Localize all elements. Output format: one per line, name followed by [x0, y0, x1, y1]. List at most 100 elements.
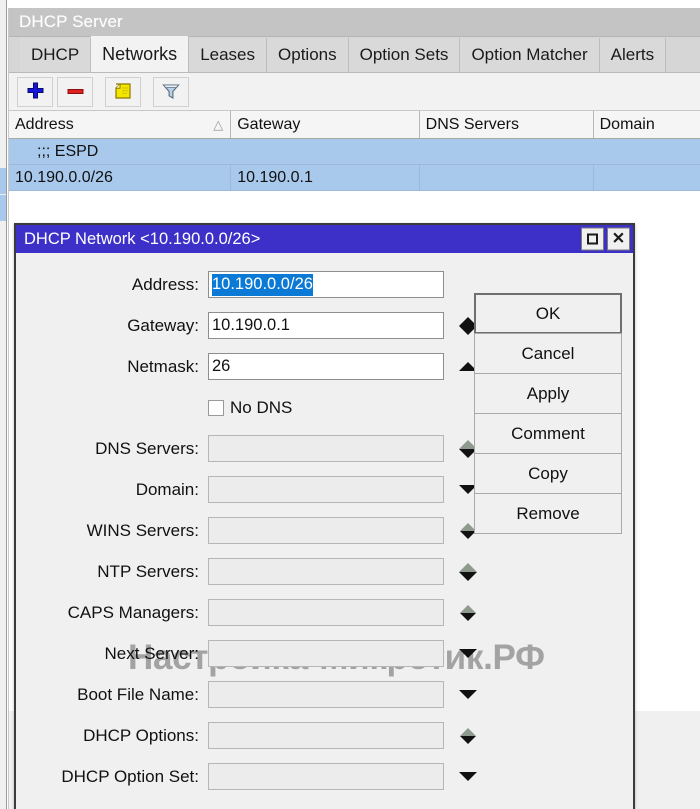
window-titlebar: DHCP Server — [9, 8, 700, 37]
column-header-address[interactable]: Address △ — [9, 111, 232, 138]
remove-button[interactable]: Remove — [474, 493, 622, 534]
tab-strip: DHCP Networks Leases Options Option Sets… — [9, 36, 700, 73]
wins-servers-input[interactable] — [208, 517, 444, 544]
ntp-servers-input[interactable] — [208, 558, 444, 585]
apply-button[interactable]: Apply — [474, 373, 622, 414]
tab-leases[interactable]: Leases — [189, 38, 268, 72]
domain-input[interactable] — [208, 476, 444, 503]
label-gateway: Gateway: — [127, 315, 199, 335]
screen-root: DHCP Server DHCP Networks Leases Options… — [0, 0, 700, 809]
tab-networks[interactable]: Networks — [91, 36, 190, 72]
column-label: Domain — [599, 115, 655, 133]
arrow-down-icon — [460, 612, 476, 621]
label-netmask: Netmask: — [127, 356, 199, 376]
tab-label: Options — [278, 45, 337, 64]
field-row-dhcp-options: DHCP Options: — [16, 715, 633, 756]
add-button[interactable] — [17, 76, 53, 107]
field-row-caps-managers: CAPS Managers: — [16, 592, 633, 633]
tab-dhcp[interactable]: DHCP — [20, 38, 92, 72]
button-label: Cancel — [521, 343, 575, 363]
tab-options[interactable]: Options — [267, 38, 349, 72]
label-caps-managers: CAPS Managers: — [67, 602, 199, 622]
tab-label: Networks — [102, 43, 178, 64]
column-label: DNS Servers — [425, 115, 520, 133]
netmask-input[interactable]: 26 — [208, 353, 444, 380]
cell-text: 10.190.0.0/26 — [15, 168, 113, 186]
tab-option-sets[interactable]: Option Sets — [348, 38, 461, 72]
funnel-icon — [162, 83, 180, 99]
dialog-titlebar[interactable]: DHCP Network <10.190.0.0/26> ✕ — [16, 225, 633, 253]
address-input[interactable]: 10.190.0.0/26 — [208, 271, 444, 298]
cell-gateway: 10.190.0.1 — [231, 165, 420, 190]
next-server-dropdown[interactable] — [449, 640, 487, 668]
maximize-icon — [587, 233, 598, 245]
column-header-domain[interactable]: Domain — [594, 111, 700, 138]
field-row-next-server: Next Server: — [16, 633, 633, 674]
arrow-down-icon — [459, 571, 477, 581]
filter-button[interactable] — [153, 76, 189, 107]
address-input-value: 10.190.0.0/26 — [212, 273, 313, 296]
tab-label: Alerts — [610, 45, 655, 64]
boot-file-name-dropdown[interactable] — [449, 681, 487, 709]
netmask-input-value: 26 — [212, 357, 231, 375]
row-comment-text: ;;; ESPD — [37, 142, 99, 160]
column-label: Gateway — [237, 115, 301, 133]
field-row-ntp-servers: NTP Servers: — [16, 551, 633, 592]
tab-label: DHCP — [31, 45, 80, 64]
label-domain: Domain: — [135, 479, 199, 499]
maximize-button[interactable] — [581, 227, 604, 251]
table-row[interactable]: 10.190.0.0/26 10.190.0.1 — [9, 165, 700, 191]
cell-domain — [594, 165, 700, 190]
dialog-body: Настройка-Микротик.РФ Address: 10.190.0.… — [16, 253, 633, 809]
cancel-button[interactable]: Cancel — [474, 333, 622, 374]
dialog-button-column: OK Cancel Apply Comment Copy Remove — [474, 293, 622, 534]
dns-servers-input[interactable] — [208, 435, 444, 462]
label-dhcp-option-set: DHCP Option Set: — [61, 766, 199, 786]
window-title: DHCP Server — [19, 12, 123, 31]
arrow-up-icon — [459, 562, 477, 572]
ntp-servers-spinner[interactable] — [449, 558, 487, 586]
chevron-down-icon — [459, 649, 477, 658]
button-label: Comment — [511, 423, 585, 443]
table-row[interactable]: ;;; ESPD — [9, 139, 700, 165]
dialog-title: DHCP Network <10.190.0.0/26> — [24, 229, 261, 248]
comment-button[interactable]: Comment — [474, 413, 622, 454]
label-ntp-servers: NTP Servers: — [97, 561, 199, 581]
dialog-window-controls: ✕ — [581, 227, 630, 251]
no-dns-checkbox[interactable] — [208, 399, 224, 416]
field-row-dhcp-option-set: DHCP Option Set: — [16, 756, 633, 797]
comment-button[interactable] — [105, 76, 141, 107]
caps-managers-input[interactable] — [208, 599, 444, 626]
sort-ascending-icon: △ — [213, 116, 224, 132]
column-header-gateway[interactable]: Gateway — [231, 111, 420, 138]
dhcp-options-input[interactable] — [208, 722, 444, 749]
column-header-dns-servers[interactable]: DNS Servers — [420, 111, 594, 138]
button-label: Apply — [526, 383, 570, 403]
minus-icon — [67, 89, 83, 94]
dhcp-option-set-dropdown[interactable] — [449, 763, 487, 791]
dhcp-options-spinner[interactable] — [449, 722, 487, 750]
button-label: OK — [535, 303, 561, 323]
close-button[interactable]: ✕ — [607, 227, 630, 251]
arrow-down-icon — [460, 735, 476, 744]
button-label: Copy — [528, 463, 568, 483]
tab-alerts[interactable]: Alerts — [599, 38, 667, 72]
field-row-boot-file-name: Boot File Name: — [16, 674, 633, 715]
copy-button[interactable]: Copy — [474, 453, 622, 494]
dhcp-network-dialog: DHCP Network <10.190.0.0/26> ✕ Настройка… — [14, 223, 635, 809]
tab-label: Leases — [200, 45, 256, 64]
ok-button[interactable]: OK — [474, 293, 622, 334]
label-boot-file-name: Boot File Name: — [77, 684, 199, 704]
gateway-input[interactable]: 10.190.0.1 — [208, 312, 444, 339]
label-wins-servers: WINS Servers: — [86, 520, 199, 540]
boot-file-name-input[interactable] — [208, 681, 444, 708]
button-label: Remove — [516, 503, 580, 523]
tab-option-matcher[interactable]: Option Matcher — [460, 38, 600, 72]
plus-icon — [27, 82, 43, 99]
no-dns-label[interactable]: No DNS — [230, 398, 292, 418]
tab-label: Option Matcher — [471, 45, 588, 64]
remove-button[interactable] — [57, 76, 93, 107]
dhcp-option-set-input[interactable] — [208, 763, 444, 790]
next-server-input[interactable] — [208, 640, 444, 667]
caps-managers-spinner[interactable] — [449, 599, 487, 627]
